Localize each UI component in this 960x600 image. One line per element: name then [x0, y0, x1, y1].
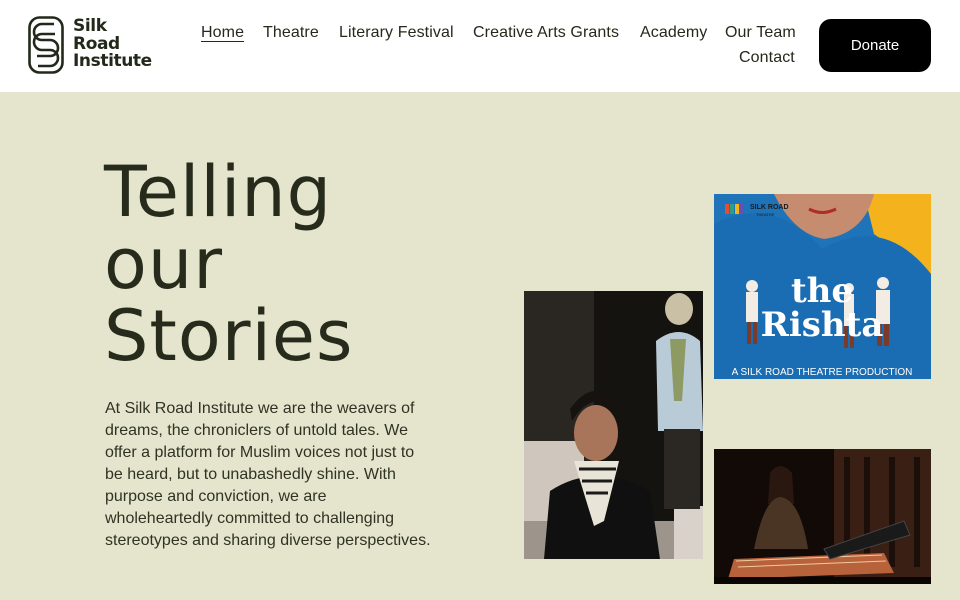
- nav-creative-arts-grants[interactable]: Creative Arts Grants: [473, 24, 619, 42]
- stage-photo-illustration: [524, 291, 703, 559]
- poster-brand-line-1: SILK ROAD: [750, 204, 789, 211]
- poster-caption: A SILK ROAD THEATRE PRODUCTION: [732, 367, 913, 378]
- site-header: Silk Road Institute Home Theatre Literar…: [0, 0, 960, 92]
- hero-title-line-2: our: [104, 223, 223, 305]
- musician-performance-photo: [714, 449, 931, 584]
- silk-road-logo[interactable]: Silk Road Institute: [28, 16, 158, 76]
- hero-title-line-3: Stories: [104, 295, 354, 377]
- hero-title: Telling our Stories: [104, 156, 484, 372]
- main-nav: Home Theatre Literary Festival Creative …: [190, 22, 800, 82]
- hero-title-line-1: Telling: [104, 151, 333, 233]
- musician-photo-illustration: [714, 449, 931, 584]
- nav-contact[interactable]: Contact: [739, 49, 795, 67]
- nav-literary-festival[interactable]: Literary Festival: [339, 24, 454, 42]
- nav-theatre[interactable]: Theatre: [263, 24, 319, 42]
- nav-our-team[interactable]: Our Team: [725, 24, 796, 42]
- hero-description: At Silk Road Institute we are the weaver…: [105, 400, 431, 549]
- nav-home[interactable]: Home: [201, 24, 244, 42]
- logo-line-3: Institute: [73, 51, 152, 71]
- logo-mark-icon: [28, 16, 64, 74]
- rishta-poster-image[interactable]: SILK ROAD THEATRE the Rishta A SILK ROAD…: [714, 194, 931, 379]
- logo-text: Silk Road Institute: [73, 16, 152, 71]
- poster-title-main: Rishta: [761, 305, 884, 345]
- donate-button[interactable]: Donate: [819, 19, 931, 72]
- logo-line-1: Silk: [73, 16, 107, 36]
- nav-academy[interactable]: Academy: [640, 24, 707, 42]
- rishta-poster-illustration: SILK ROAD THEATRE the Rishta A SILK ROAD…: [714, 194, 931, 379]
- stage-performance-photo: [524, 291, 703, 559]
- poster-brand-line-2: THEATRE: [756, 212, 775, 217]
